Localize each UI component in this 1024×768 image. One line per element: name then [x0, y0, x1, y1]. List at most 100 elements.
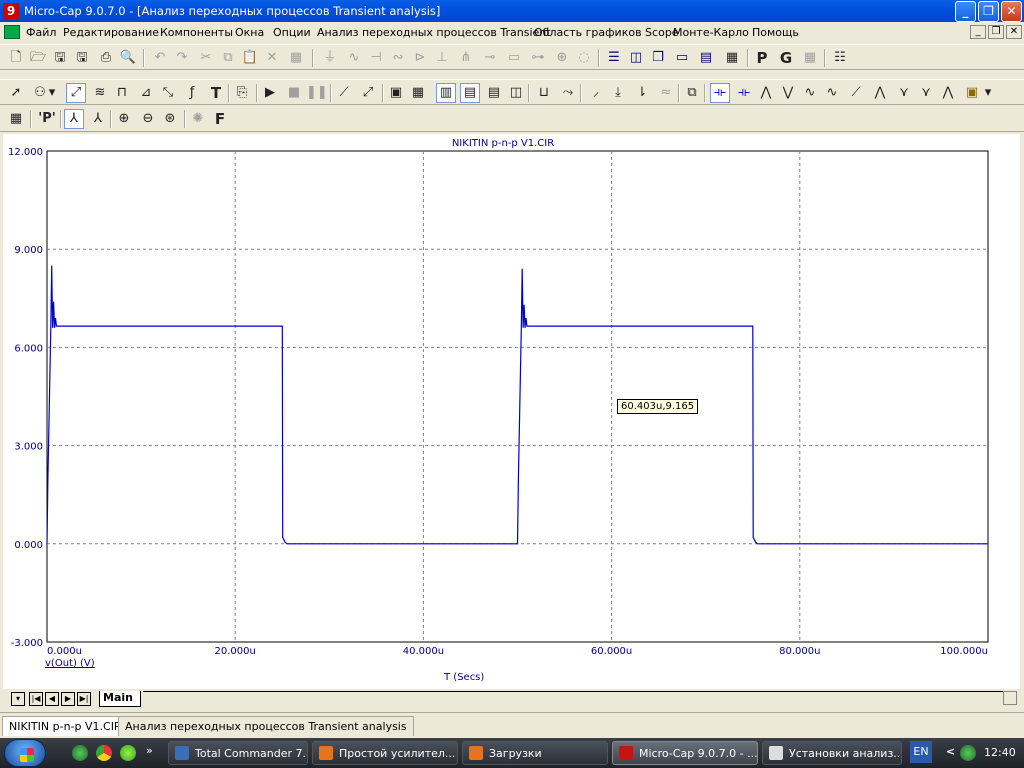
- start-button[interactable]: [4, 739, 46, 767]
- slope-icon[interactable]: ⟋: [846, 83, 866, 103]
- pause-icon[interactable]: ❚❚: [306, 83, 328, 103]
- select-all-icon[interactable]: ▦: [286, 48, 306, 68]
- cascade-icon[interactable]: ❐: [648, 48, 668, 68]
- window-split-icon[interactable]: ▤: [696, 48, 716, 68]
- cut-icon[interactable]: ✂: [196, 48, 216, 68]
- opamp-icon[interactable]: ▭: [504, 48, 524, 68]
- print-icon[interactable]: ⎙: [96, 48, 116, 68]
- redo-icon[interactable]: ↷: [172, 48, 192, 68]
- performance-tag-icon[interactable]: ƒ: [182, 83, 202, 103]
- color-icon[interactable]: ✺: [188, 109, 208, 129]
- same-y-scale-icon[interactable]: ⊔: [534, 83, 554, 103]
- prev-simulation-icon[interactable]: ⟛: [734, 83, 754, 103]
- p-key-icon[interactable]: P: [752, 48, 772, 68]
- global-high-icon[interactable]: ⋎: [894, 83, 914, 103]
- switch-icon[interactable]: ⊸: [480, 48, 500, 68]
- sheet-tab-main[interactable]: Main: [99, 691, 141, 707]
- select-arrow-icon[interactable]: ➚: [6, 83, 26, 103]
- peak-icon[interactable]: ⋀: [756, 83, 776, 103]
- calculator-icon[interactable]: ▦: [722, 48, 742, 68]
- window-icon[interactable]: ▭: [672, 48, 692, 68]
- tag-right-icon[interactable]: ⅄: [88, 109, 108, 129]
- g-key-icon[interactable]: G: [776, 48, 796, 68]
- zoom-in-icon[interactable]: ⊕: [114, 109, 134, 129]
- quicklaunch-expand[interactable]: »: [146, 744, 153, 757]
- tile-horizontal-icon[interactable]: ☰: [604, 48, 624, 68]
- capacitor-icon[interactable]: ⊣: [366, 48, 386, 68]
- open-folder-icon[interactable]: 🗁: [28, 48, 48, 68]
- sheet-menu-button[interactable]: ▾: [11, 692, 25, 706]
- low-icon[interactable]: ∿: [822, 83, 842, 103]
- zoom-out-icon[interactable]: ⊖: [138, 109, 158, 129]
- next-simulation-icon[interactable]: ⟛: [710, 83, 730, 103]
- doc-tab-circuit[interactable]: NIKITIN p-n-p V1.CIR: [2, 716, 129, 736]
- menu-monte-carlo[interactable]: Монте-Карло: [673, 26, 749, 39]
- copy-icon[interactable]: ⧉: [218, 48, 238, 68]
- last-sheet-button[interactable]: ▶|: [77, 692, 91, 706]
- top-icon[interactable]: ⋀: [938, 83, 958, 103]
- text-icon[interactable]: T: [206, 83, 226, 103]
- grid-off-icon[interactable]: ▣: [386, 83, 406, 103]
- y-axis-label[interactable]: v(Out) (V): [45, 658, 95, 669]
- menu-help[interactable]: Помощь: [752, 26, 799, 39]
- font-icon[interactable]: F: [210, 109, 230, 129]
- utorrent-tray-icon[interactable]: [960, 745, 976, 761]
- ground-icon[interactable]: ⏚: [320, 48, 340, 68]
- run-icon[interactable]: ▶: [260, 83, 280, 103]
- go-to-x-icon[interactable]: ⤓: [608, 83, 628, 103]
- new-file-icon[interactable]: 🗋: [6, 48, 26, 68]
- maximize-button[interactable]: ❐: [978, 1, 999, 22]
- zoom-fit-icon[interactable]: ⊛: [160, 109, 180, 129]
- paste-icon[interactable]: 📋: [240, 48, 260, 68]
- tile-vertical-icon[interactable]: ◫: [626, 48, 646, 68]
- task-firefox-amplifier[interactable]: Простой усилител...: [312, 741, 458, 765]
- dropdown-arrow-icon[interactable]: ▾: [982, 83, 994, 103]
- doc-tab-transient[interactable]: Анализ переходных процессов Transient an…: [118, 716, 414, 736]
- grid-minor-icon[interactable]: ▥: [436, 83, 456, 103]
- node-icon[interactable]: ⊕: [552, 48, 572, 68]
- task-downloads[interactable]: Загрузки: [462, 741, 608, 765]
- menu-file[interactable]: Файл: [26, 26, 56, 39]
- close-button[interactable]: ✕: [1001, 1, 1022, 22]
- p-label-icon[interactable]: 'P': [34, 109, 60, 129]
- waveform-icon[interactable]: ≋: [90, 83, 110, 103]
- grid-major-icon[interactable]: ▤: [460, 83, 480, 103]
- transient-plot[interactable]: 12.000 9.000 6.000 3.000 0.000 -3.000 0.000u 20…: [3, 134, 1020, 689]
- wire-icon[interactable]: ⊶: [528, 48, 548, 68]
- save-icon[interactable]: 🖫: [50, 48, 70, 68]
- diode-icon[interactable]: ⊳: [410, 48, 430, 68]
- transistor-icon[interactable]: ⋔: [456, 48, 476, 68]
- numeric-output-icon[interactable]: ▦: [6, 109, 26, 129]
- resistor-icon[interactable]: ∿: [344, 48, 364, 68]
- grid-dots-icon[interactable]: ◫: [506, 83, 526, 103]
- stop-icon[interactable]: ■: [284, 83, 304, 103]
- utorrent-icon[interactable]: [72, 745, 88, 761]
- grid-on-icon[interactable]: ▦: [408, 83, 428, 103]
- source-icon[interactable]: ◌: [574, 48, 594, 68]
- point-tag-icon[interactable]: ⊿: [136, 83, 156, 103]
- go-to-y-icon[interactable]: ⇂: [632, 83, 652, 103]
- mdi-minimize-button[interactable]: _: [970, 25, 986, 39]
- resize-grip[interactable]: [1003, 691, 1017, 705]
- app-icon[interactable]: 9: [3, 3, 19, 19]
- inductor-icon[interactable]: ∾: [388, 48, 408, 68]
- tag-left-icon[interactable]: ⅄: [64, 109, 84, 129]
- data-points-icon[interactable]: ⤳: [558, 83, 578, 103]
- language-indicator[interactable]: EN: [910, 741, 932, 763]
- go-to-performance-icon[interactable]: ≈: [656, 83, 676, 103]
- log-scale-icon[interactable]: ⤢: [358, 83, 378, 103]
- print-preview-icon[interactable]: 🔍: [118, 48, 138, 68]
- plot-window[interactable]: NIKITIN p-n-p V1.CIR 12.000 9.000 6.000 3.0…: [3, 134, 1020, 689]
- document-icon[interactable]: [4, 25, 20, 39]
- chrome-icon[interactable]: [96, 745, 112, 761]
- task-microcap[interactable]: Micro-Cap 9.0.7.0 - ...: [612, 741, 758, 765]
- menu-transient[interactable]: Анализ переходных процессов Transient: [317, 26, 551, 39]
- mdi-restore-button[interactable]: ❐: [988, 25, 1004, 39]
- menu-edit[interactable]: Редактирование: [63, 26, 159, 39]
- minimize-button[interactable]: _: [955, 1, 976, 22]
- global-low-icon[interactable]: ⋎: [916, 83, 936, 103]
- linear-scale-icon[interactable]: ⟋: [334, 83, 354, 103]
- high-icon[interactable]: ∿: [800, 83, 820, 103]
- clover-icon[interactable]: [120, 745, 136, 761]
- tray-expand-arrow[interactable]: <: [946, 745, 955, 758]
